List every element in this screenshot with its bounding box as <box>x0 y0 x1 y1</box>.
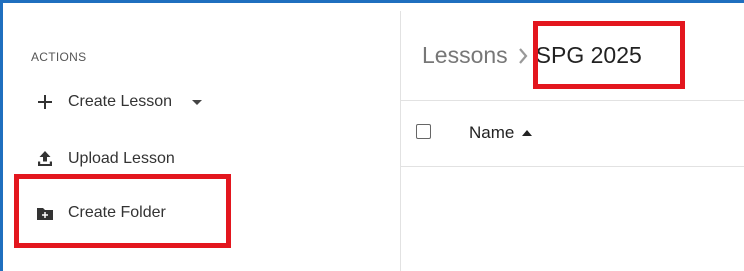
upload-lesson-button[interactable]: Upload Lesson <box>36 150 175 168</box>
sidebar-divider <box>400 11 401 271</box>
table-header-divider <box>401 166 744 167</box>
column-header-name[interactable]: Name <box>469 123 533 143</box>
upload-icon <box>36 150 54 168</box>
upload-lesson-label: Upload Lesson <box>68 150 175 167</box>
create-lesson-button[interactable]: Create Lesson <box>36 93 203 111</box>
header-divider <box>401 100 744 101</box>
select-all-checkbox[interactable] <box>416 124 431 139</box>
chevron-down-icon[interactable] <box>192 99 203 105</box>
create-lesson-label: Create Lesson <box>68 93 173 110</box>
sort-ascending-icon <box>522 130 533 136</box>
breadcrumb-lessons-link[interactable]: Lessons <box>422 42 508 69</box>
chevron-right-icon <box>518 47 528 64</box>
column-header-name-label: Name <box>469 123 515 142</box>
actions-heading: ACTIONS <box>31 50 87 64</box>
highlight-create-folder <box>14 174 231 248</box>
highlight-current-folder <box>533 21 685 89</box>
plus-icon <box>36 93 54 111</box>
